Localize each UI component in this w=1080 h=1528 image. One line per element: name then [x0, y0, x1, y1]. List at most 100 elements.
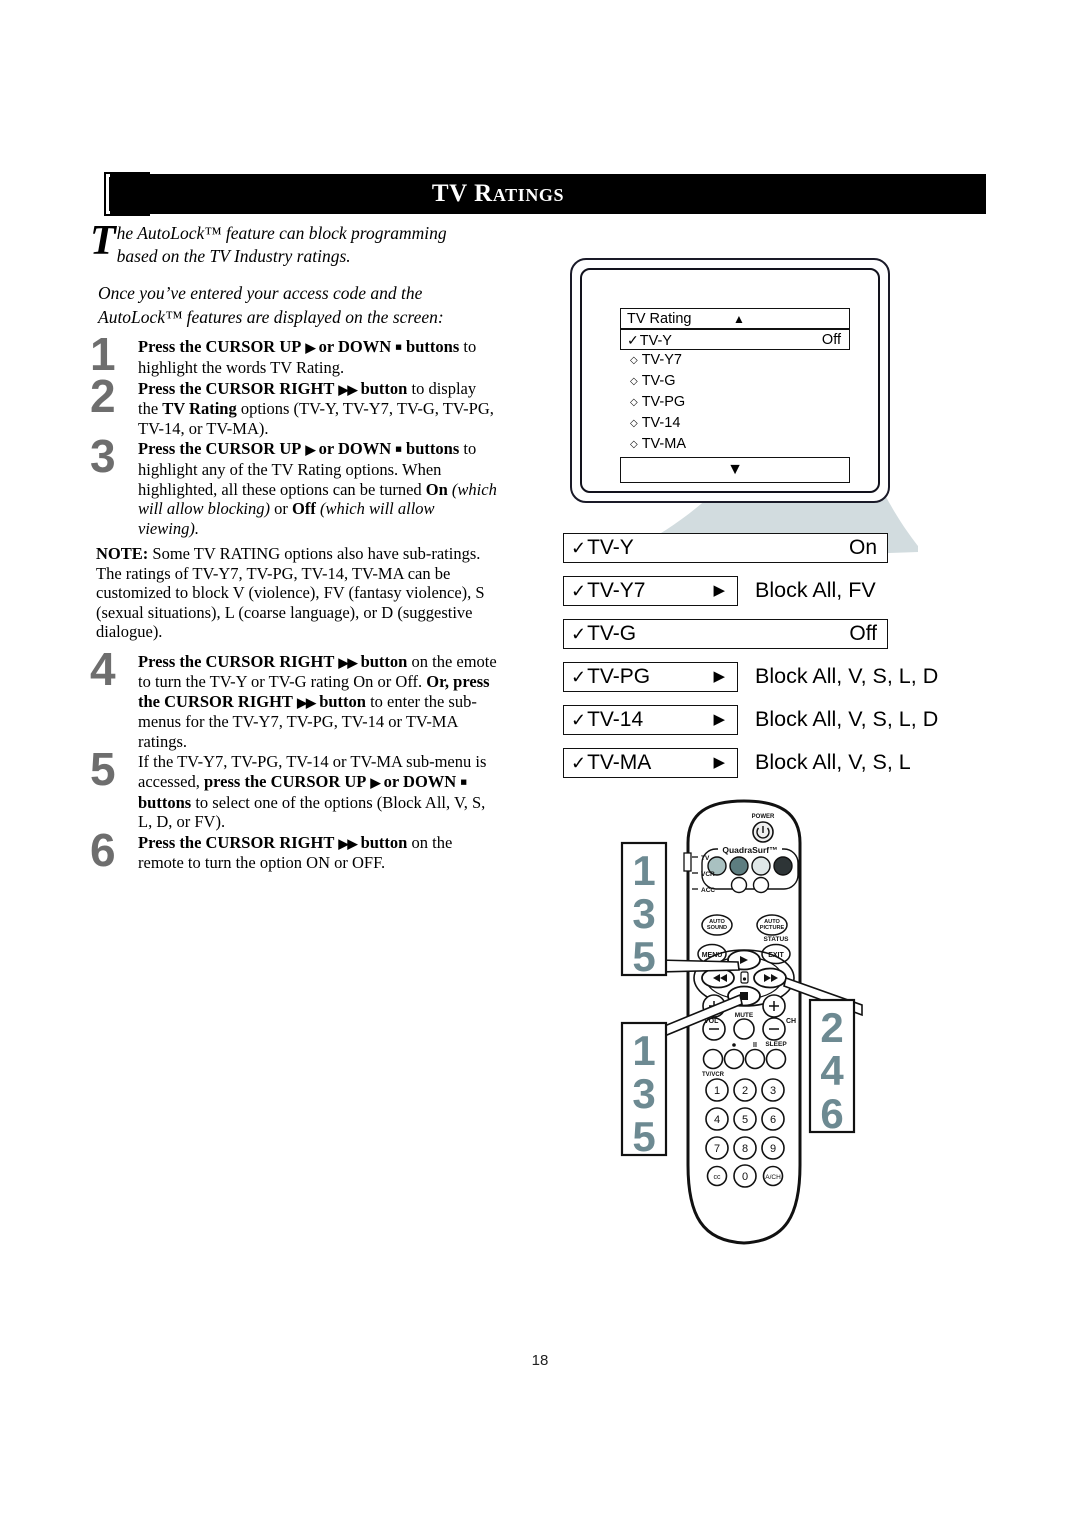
checkmark-icon: ✓	[571, 710, 587, 730]
submenu-arrow-icon: ▶	[713, 711, 725, 728]
rating-value-inside: On	[848, 536, 877, 559]
intro-line-2: based on the TV Industry ratings.	[116, 246, 351, 266]
osd-option-label: TV-MA	[641, 436, 687, 452]
page-title: TV Ratings	[431, 180, 565, 207]
step-1-bold-3: buttons	[406, 337, 460, 356]
rating-label: ✓TV-PG	[571, 663, 650, 691]
cursor-down-glyph: ■	[395, 341, 402, 354]
tv-screen-bezel: TV Rating ▲ ✓TV-Y Off ◇ TV-Y7 ◇ TV-G ◇ TV-P…	[580, 268, 880, 493]
osd-option-row[interactable]: ◇ TV-14	[620, 413, 850, 434]
scroll-down-arrow-icon: ▼	[727, 461, 743, 478]
osd-option-label: TV-G	[641, 373, 676, 389]
step-4-bold-1: Press the CURSOR RIGHT	[138, 651, 335, 671]
checkmark-icon: ✓	[571, 538, 587, 558]
on-screen-menu: TV Rating ▲ ✓TV-Y Off ◇ TV-Y7 ◇ TV-G ◇ TV-P…	[620, 308, 850, 483]
osd-option-row[interactable]: ◇ TV-PG	[620, 392, 850, 413]
callout-upper-left-num-3: 5	[632, 933, 655, 980]
rating-box-tv-ma[interactable]: ✓TV-MA ▶	[563, 748, 738, 778]
callout-lower-left-num-1: 1	[632, 1027, 655, 1074]
step-3-bold-3: buttons	[406, 439, 460, 458]
rating-options-list: ✓TV-Y On ✓TV-Y7 ▶ Block All, FV ✓TV-G Of…	[563, 533, 963, 791]
callout-lower-left-num-2: 3	[632, 1070, 655, 1117]
step-3-text: Press the CURSOR UP ▶ or DOWN ■ buttons …	[138, 439, 498, 538]
step-5-text: If the TV-Y7, TV-PG, TV-14 or TV-MA sub-…	[138, 752, 498, 832]
rating-box-tv-pg[interactable]: ✓TV-PG ▶	[563, 662, 738, 692]
step-4-text: Press the CURSOR RIGHT ▶▶ button on the …	[138, 652, 498, 752]
checkmark-icon: ✓	[571, 581, 587, 601]
step-number-4: 4	[90, 642, 116, 695]
callout-upper-left-num-2: 3	[632, 890, 655, 937]
scroll-up-arrow-icon: ▲	[733, 312, 745, 326]
cursor-right-glyph: ▶▶	[338, 381, 357, 397]
rating-row: ✓TV-Y7 ▶ Block All, FV	[563, 576, 963, 606]
manual-page: TV Ratings The AutoLock™ feature can blo…	[0, 0, 1080, 1528]
cursor-down-glyph: ■	[395, 443, 402, 456]
cursor-right-glyph: ▶▶	[338, 835, 357, 851]
step-1-bold-1: Press the CURSOR UP	[138, 337, 302, 356]
intro-dropcap: T	[90, 218, 116, 264]
osd-selected-label: TV-Y	[639, 333, 672, 349]
osd-option-label: TV-PG	[641, 394, 686, 410]
instruction-step-3: 3 Press the CURSOR UP ▶ or DOWN ■ button…	[90, 433, 498, 538]
step-4-bold-4: button	[319, 691, 366, 711]
step-3-on: On	[425, 479, 448, 499]
rating-box-tv-g[interactable]: ✓TV-G Off	[563, 619, 888, 649]
osd-scroll-down-row[interactable]: ▼	[620, 457, 850, 483]
callout-upper-left-num-1: 1	[632, 847, 655, 894]
diamond-bullet-icon: ◇	[630, 376, 638, 387]
osd-selected-row[interactable]: ✓TV-Y Off	[620, 329, 850, 350]
step-1-bold-2: or DOWN	[318, 337, 392, 356]
osd-option-row[interactable]: ◇ TV-Y7	[620, 350, 850, 371]
submenu-arrow-icon: ▶	[713, 754, 725, 771]
step-number-2: 2	[90, 369, 116, 422]
note-paragraph: NOTE: Some TV RATING options also have s…	[96, 544, 496, 642]
checkmark-icon: ✓	[571, 753, 587, 773]
step-5-bold-1: press the CURSOR UP	[203, 771, 367, 791]
rating-label: ✓TV-Y7	[571, 577, 645, 605]
rating-value-outside: Block All, V, S, L, D	[755, 664, 939, 688]
rating-name: TV-Y7	[587, 579, 646, 602]
rating-row: ✓TV-MA ▶ Block All, V, S, L	[563, 748, 963, 778]
osd-menu-title-row: TV Rating ▲	[620, 308, 850, 329]
rating-value-outside: Block All, V, S, L, D	[755, 707, 939, 731]
rating-name: TV-MA	[587, 751, 652, 774]
osd-selected-value: Off	[821, 332, 841, 348]
step-6-text: Press the CURSOR RIGHT ▶▶ button on the …	[138, 833, 498, 873]
intro-paragraph-1: The AutoLock™ feature can block programm…	[90, 218, 498, 268]
step-6-bold-2: button	[360, 832, 408, 852]
rating-name: TV-14	[587, 708, 644, 731]
diamond-bullet-icon: ◇	[630, 397, 638, 408]
diamond-bullet-icon: ◇	[630, 355, 638, 366]
rating-label: ✓TV-Y	[571, 534, 634, 562]
callout-right-num-3: 6	[820, 1090, 843, 1137]
intro-line-1: he AutoLock™ feature can block programmi…	[116, 223, 447, 243]
cursor-up-glyph: ▶	[305, 442, 315, 457]
rating-box-tv-y7[interactable]: ✓TV-Y7 ▶	[563, 576, 738, 606]
osd-option-row[interactable]: ◇ TV-MA	[620, 434, 850, 455]
instructions-column: The AutoLock™ feature can block programm…	[90, 218, 498, 874]
rating-label: ✓TV-14	[571, 706, 643, 734]
callout-annotations: 1 3 5 2 4 6 1 3 5	[620, 841, 863, 1160]
section-header-bar: TV Ratings	[110, 174, 986, 214]
rating-box-tv-y[interactable]: ✓TV-Y On	[563, 533, 888, 563]
diamond-bullet-icon: ◇	[630, 439, 638, 450]
submenu-arrow-icon: ▶	[713, 582, 725, 599]
step-number-3: 3	[90, 430, 116, 482]
rating-name: TV-Y	[587, 536, 634, 559]
instruction-step-6: 6 Press the CURSOR RIGHT ▶▶ button on th…	[90, 827, 498, 873]
rating-label: ✓TV-MA	[571, 749, 651, 777]
step-4-bold-2: button	[360, 651, 408, 671]
rating-row: ✓TV-14 ▶ Block All, V, S, L, D	[563, 705, 963, 735]
cursor-up-glyph: ▶	[370, 774, 381, 790]
step-1-text: Press the CURSOR UP ▶ or DOWN ■ buttons …	[138, 337, 498, 378]
step-2-bold-2: button	[360, 378, 408, 398]
page-number: 18	[531, 1352, 549, 1369]
diamond-bullet-icon: ◇	[630, 418, 638, 429]
osd-option-row[interactable]: ◇ TV-G	[620, 371, 850, 392]
rating-name: TV-G	[587, 622, 637, 645]
instruction-step-1: 1 Press the CURSOR UP ▶ or DOWN ■ button…	[90, 331, 498, 378]
osd-option-label: TV-Y7	[641, 352, 682, 368]
rating-box-tv-14[interactable]: ✓TV-14 ▶	[563, 705, 738, 735]
step-5-bold-3: buttons	[138, 792, 192, 812]
checkmark-icon: ✓	[571, 667, 587, 687]
